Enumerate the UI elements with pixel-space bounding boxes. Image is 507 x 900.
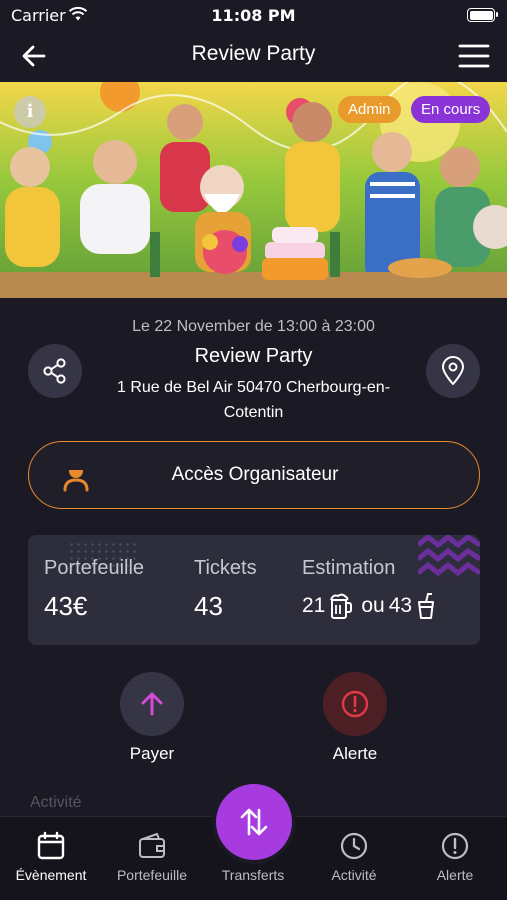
calendar-icon — [37, 831, 65, 860]
tickets-stat-value: 43 — [194, 591, 223, 621]
menu-button[interactable] — [457, 40, 491, 72]
battery-icon — [467, 8, 498, 22]
pay-action[interactable]: Payer — [102, 672, 202, 764]
transfer-button[interactable] — [216, 784, 292, 860]
tickets-stat-label: Tickets — [194, 557, 257, 579]
tab-event-label: Évènement — [15, 867, 87, 883]
estimation-drink-count: 43 — [388, 594, 413, 617]
event-address: 1 Rue de Bel Air 50470 Cherbourg-en-Cote… — [116, 379, 391, 421]
page-title: Review Party — [191, 42, 316, 65]
navigation-bar: Review Party — [0, 32, 507, 80]
estimation-beer-count: 21 — [302, 594, 326, 617]
status-time: 11:08 PM — [211, 6, 296, 25]
map-pin-icon — [442, 356, 464, 385]
tab-alert-label: Alerte — [436, 867, 474, 883]
tab-transfer-label: Transferts — [221, 867, 285, 883]
estimation-values: 21 ou 43 — [302, 593, 444, 619]
pay-label: Payer — [129, 744, 175, 763]
status-bar: Carrier 11:08 PM — [0, 0, 507, 32]
location-button[interactable] — [426, 344, 480, 398]
tab-alert[interactable]: Alerte — [405, 831, 505, 883]
decorative-zigzag — [418, 535, 480, 577]
role-badge: Admin — [338, 96, 401, 123]
info-button[interactable]: i — [14, 96, 46, 128]
tab-activity[interactable]: Activité — [304, 831, 404, 883]
tab-wallet-label: Portefeuille — [116, 867, 188, 883]
tab-activity-label: Activité — [331, 867, 377, 883]
beer-mug-icon — [330, 593, 353, 619]
estimation-stat-label: Estimation — [302, 557, 396, 579]
alert-action[interactable]: Alerte — [305, 672, 405, 764]
tab-wallet[interactable]: Portefeuille — [102, 831, 202, 883]
transfer-arrows-icon — [240, 808, 268, 836]
hamburger-menu-icon — [458, 44, 490, 68]
organizer-access-label: Accès Organisateur — [171, 464, 339, 485]
pay-button[interactable] — [120, 672, 184, 736]
drink-cup-icon — [418, 593, 435, 619]
alert-button[interactable] — [323, 672, 387, 736]
wallet-stat-value: 43€ — [44, 591, 88, 621]
organizer-access-button[interactable]: Accès Organisateur — [28, 441, 480, 509]
arrow-up-icon — [141, 692, 163, 716]
activity-section-heading: Activité — [30, 794, 82, 811]
estimation-or: ou — [361, 594, 385, 617]
alert-circle-icon — [341, 690, 369, 718]
wallet-stat-label: Portefeuille — [44, 557, 145, 579]
event-date: Le 22 November de 13:00 à 23:00 — [132, 318, 375, 335]
alert-label: Alerte — [332, 744, 378, 763]
alert-circle-icon — [441, 832, 469, 860]
tab-event[interactable]: Évènement — [1, 831, 101, 883]
status-badge: En cours — [411, 96, 491, 123]
stats-card: Portefeuille 43€ Tickets 43 Estimation 2… — [28, 535, 480, 645]
wallet-icon — [139, 832, 165, 858]
clock-icon — [340, 832, 368, 860]
